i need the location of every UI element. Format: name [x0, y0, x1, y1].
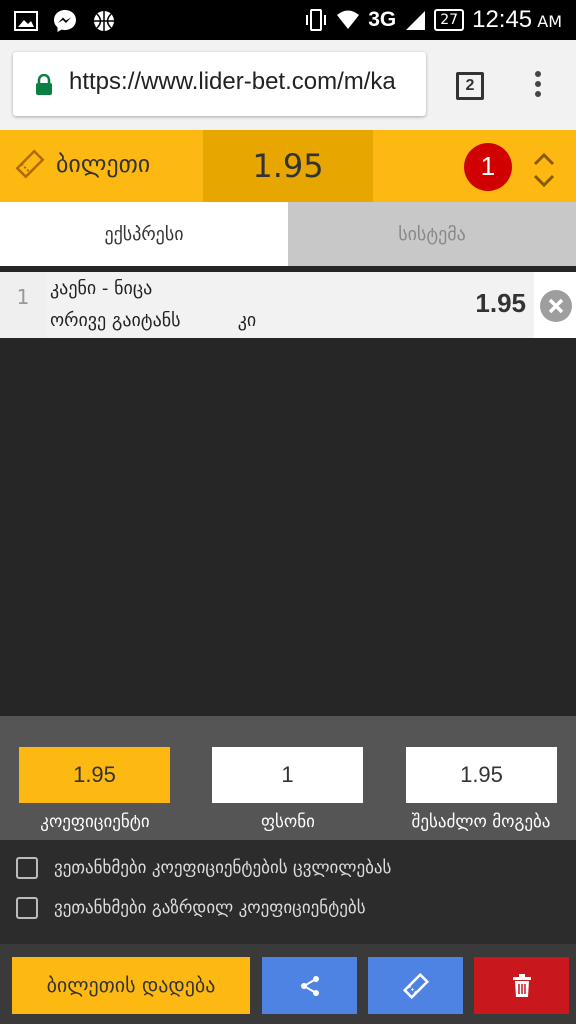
url-text: https://www.lider-bet.com/m/ka	[69, 68, 396, 95]
possible-win-label: შესაძლო მოგება	[411, 812, 551, 832]
accept-odds-change-checkbox[interactable]	[16, 857, 38, 879]
bet-odds: 1.95	[475, 288, 526, 318]
clock: 12:45 AM	[472, 6, 562, 34]
stake-panel: 1.95 1 1.95 კოეფიციენტი ფსონი შესაძლო მო…	[0, 716, 576, 840]
network-type: 3G	[368, 8, 397, 31]
ticket-icon	[402, 972, 429, 999]
stake-label: ფსონი	[261, 812, 315, 832]
place-bet-button[interactable]: ბილეთის დადება	[12, 957, 250, 1014]
vibrate-icon	[306, 9, 327, 31]
delete-ticket-button[interactable]	[474, 957, 569, 1014]
stake-input[interactable]: 1	[212, 747, 363, 803]
bet-count-badge: 1	[464, 143, 512, 191]
system-icons: 3G 27 12:45 AM	[304, 6, 562, 34]
battery-level: 27	[434, 9, 465, 31]
browser-toolbar: https://www.lider-bet.com/m/ka 2	[0, 40, 576, 130]
more-menu-icon[interactable]	[528, 68, 548, 104]
lock-icon	[36, 74, 52, 95]
bet-item: 1 კაენი - ნიცა ორივე გაიტანს კი 1.95	[0, 272, 576, 338]
bet-details: კაენი - ნიცა ორივე გაიტანს კი 1.95	[46, 272, 534, 338]
address-bar[interactable]: https://www.lider-bet.com/m/ka	[13, 52, 426, 116]
accept-increased-odds-label: ვეთანხმები გაზრდილ კოეფიციენტებს	[54, 898, 366, 918]
bet-market: ორივე გაიტანს კი	[50, 310, 257, 331]
tab-system[interactable]: სისტემა	[288, 202, 576, 266]
close-icon	[540, 290, 572, 322]
gallery-icon	[14, 11, 38, 31]
expand-collapse-icon[interactable]	[532, 150, 556, 190]
ticket-button[interactable]	[368, 957, 463, 1014]
basketball-icon	[94, 11, 114, 31]
messenger-icon	[54, 10, 76, 32]
clock-ampm: AM	[537, 12, 562, 31]
ticket-label: ბილეთი	[56, 150, 151, 178]
app-root: 3G 27 12:45 AM https://www.lider-bet.com…	[0, 0, 576, 1024]
status-bar: 3G 27 12:45 AM	[0, 0, 576, 40]
options-panel: ვეთანხმები კოეფიციენტების ცვლილებას ვეთა…	[0, 840, 576, 944]
accept-increased-odds-option[interactable]: ვეთანხმები გაზრდილ კოეფიციენტებს	[16, 897, 366, 919]
clock-time: 12:45	[472, 6, 533, 33]
bet-index: 1	[0, 272, 46, 338]
coefficient-field: 1.95	[19, 747, 170, 803]
ticket-title-group: ბილეთი	[14, 148, 150, 180]
signal-icon	[406, 11, 426, 30]
notification-icons	[14, 8, 116, 34]
remove-bet-button[interactable]	[534, 272, 576, 338]
ticket-icon	[15, 149, 45, 179]
accept-odds-change-label: ვეთანხმები კოეფიციენტების ცვლილებას	[54, 858, 392, 878]
bet-match: კაენი - ნიცა	[50, 278, 153, 299]
total-odds: 1.95	[203, 130, 373, 202]
coefficient-label: კოეფიციენტი	[40, 812, 150, 832]
empty-area	[0, 338, 576, 716]
share-button[interactable]	[262, 957, 357, 1014]
share-icon	[300, 975, 319, 996]
tab-switcher-button[interactable]: 2	[456, 72, 484, 100]
wifi-icon	[337, 10, 360, 29]
trash-icon	[512, 973, 531, 997]
accept-odds-change-option[interactable]: ვეთანხმები კოეფიციენტების ცვლილებას	[16, 857, 391, 879]
action-bar: ბილეთის დადება	[0, 944, 576, 1024]
accept-increased-odds-checkbox[interactable]	[16, 897, 38, 919]
tab-express[interactable]: ექსპრესი	[0, 202, 288, 266]
possible-win-field: 1.95	[406, 747, 557, 803]
